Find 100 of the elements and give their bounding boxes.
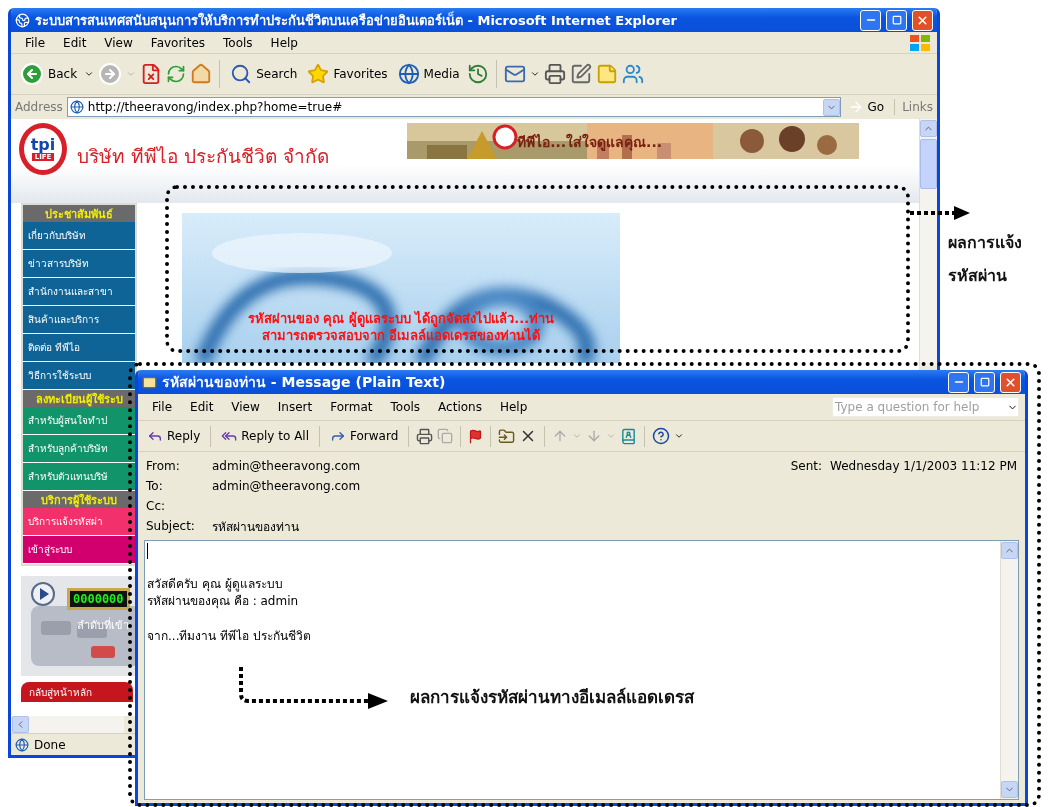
menu-heading: ประชาสัมพันธ์	[23, 205, 135, 222]
menu-item[interactable]: Actions	[430, 398, 490, 416]
logo-text: tpi	[30, 137, 56, 153]
page-icon	[69, 100, 84, 114]
annotation-label: ผลการแจ้ง รหัสผ่าน	[948, 232, 1022, 287]
sidebar-item[interactable]: สินค้าและบริการ	[23, 306, 135, 334]
field-value: admin@theeravong.com	[212, 479, 361, 493]
scroll-thumb[interactable]	[920, 139, 937, 189]
links-button[interactable]: Links	[902, 100, 933, 114]
sidebar-item[interactable]: บริการแจ้งรหัสผ่า	[23, 508, 135, 536]
globe-icon	[397, 63, 420, 85]
sidebar-item[interactable]: เกี่ยวกับบริษัท	[23, 222, 135, 250]
menu-item[interactable]: Tools	[215, 33, 261, 52]
visit-counter: 0000000	[67, 588, 130, 610]
envelope-icon	[142, 374, 157, 390]
menu-item[interactable]: Help	[491, 398, 536, 416]
mail-icon[interactable]	[503, 63, 526, 85]
sidebar-item[interactable]: สำหรับตัวแทนบริษั	[23, 463, 135, 491]
address-label: Address	[15, 100, 63, 114]
people-icon[interactable]	[621, 63, 644, 85]
menu-item[interactable]: View	[223, 398, 268, 416]
message-paragraph: จาก...ทีมงาน ทีพีไอ ประกันชีวิต	[147, 627, 313, 645]
sidebar-item[interactable]: เข้าสู่ระบบ	[23, 536, 135, 564]
field-label: Sent:	[790, 459, 822, 473]
menu-heading: ลงทะเบียนผู้ใช้ระบ	[23, 390, 135, 407]
move-icon[interactable]	[498, 427, 516, 445]
window-title: รหัสผ่านของท่าน - Message (Plain Text)	[162, 373, 447, 392]
go-button[interactable]: Go	[844, 97, 888, 117]
history-icon[interactable]	[466, 63, 489, 85]
minimize-button[interactable]	[860, 9, 881, 31]
caret-icon[interactable]	[674, 431, 685, 441]
menu-heading: บริการผู้ใช้ระบบ	[23, 491, 135, 508]
close-icon	[916, 13, 929, 27]
address-field[interactable]: http://theeravong/index.php?home=true#	[66, 97, 841, 117]
notice-text: รหัสผ่านของ คุณ ผู้ดูแลระบบ ได้ถูกจัดส่งไปแล้ว...ท่าน สามารถตรวจสอบจาก อีเมลล์แอดเดรสของท่านได้	[247, 311, 555, 345]
menu-item[interactable]: Tools	[382, 398, 429, 416]
menu-item[interactable]: Insert	[269, 398, 321, 416]
caret-icon[interactable]	[84, 69, 95, 79]
scrollbar[interactable]	[919, 119, 937, 366]
caret-icon[interactable]	[529, 69, 540, 79]
menu-item[interactable]: File	[17, 33, 54, 52]
field-label: To:	[146, 479, 164, 493]
minimize-button[interactable]	[948, 371, 969, 393]
toolbar-button[interactable]: Reply to All	[218, 426, 313, 446]
scrollbar[interactable]	[1000, 541, 1018, 799]
menu-item[interactable]: File	[144, 398, 181, 416]
close-button[interactable]	[912, 9, 933, 31]
menu-item[interactable]: Edit	[182, 398, 222, 416]
sidebar-item[interactable]: วิธีการใช้ระบบ	[23, 362, 135, 390]
scrollbar[interactable]	[11, 716, 124, 733]
menu-item[interactable]: Help	[262, 33, 306, 52]
browser-icon	[15, 12, 30, 28]
home-icon[interactable]	[190, 63, 213, 85]
maximize-icon	[891, 15, 902, 25]
field-label: Cc:	[146, 499, 167, 513]
windows-logo	[909, 33, 931, 52]
sidebar-item[interactable]: สำหรับลูกค้าบริษัท	[23, 435, 135, 463]
address-book-icon[interactable]	[620, 427, 638, 445]
help-icon[interactable]	[652, 427, 671, 445]
maximize-icon	[979, 377, 990, 387]
toolbar-button[interactable]: Media	[394, 61, 463, 87]
help-field[interactable]: Type a question for help	[832, 397, 1019, 417]
search-icon	[230, 63, 253, 85]
menu-item[interactable]: Edit	[55, 33, 95, 52]
star-icon	[307, 63, 330, 85]
flag-icon[interactable]	[468, 428, 484, 444]
toolbar-button[interactable]: Forward	[327, 426, 402, 446]
close-button[interactable]	[1000, 371, 1021, 393]
sidebar-item[interactable]: สำนักงานและสาขา	[23, 278, 135, 306]
sidebar-item[interactable]: ติดต่อ ทีพีไอ	[23, 334, 135, 362]
toolbar-button[interactable]: Back	[17, 60, 81, 88]
menu-item[interactable]: Favorites	[142, 33, 214, 52]
field-value: Wednesday 1/1/2003 11:12 PM	[830, 459, 1017, 473]
menu-item[interactable]: View	[96, 33, 141, 52]
field-label: From:	[146, 459, 181, 473]
company-name: บริษัท ทีพีไอ ประกันชีวิต จำกัด	[77, 144, 330, 169]
home-button[interactable]: กลับสู่หน้าหลัก	[21, 682, 133, 702]
field-value: admin@theeravong.com	[212, 459, 361, 473]
print-icon[interactable]	[543, 63, 566, 85]
field-label: Subject:	[146, 519, 196, 533]
page-icon	[15, 737, 29, 752]
dropdown-button[interactable]	[822, 98, 840, 116]
maximize-button[interactable]	[886, 9, 907, 31]
maximize-button[interactable]	[974, 371, 995, 393]
sidebar-item[interactable]: สำหรับผู้สนใจทำป	[23, 407, 135, 435]
message-paragraph: สวัสดีครับ คุณ ผู้ดูแลระบบ รหัสผ่านของคุณ คือ : admin	[147, 576, 300, 611]
menu-item[interactable]: Format	[322, 398, 381, 416]
status-text: Done	[34, 737, 66, 752]
edit-icon[interactable]	[569, 63, 592, 85]
back-icon	[20, 62, 44, 86]
sidebar-item[interactable]: ข่าวสารบริษัท	[23, 250, 135, 278]
toolbar-button[interactable]: Search	[227, 61, 301, 87]
refresh-icon[interactable]	[166, 64, 187, 84]
annotation-label: ผลการแจ้งรหัสผ่านทางอีเมลล์แอดเดรส	[410, 686, 694, 709]
close-icon	[1004, 375, 1017, 389]
toolbar-button[interactable]: Favorites	[304, 61, 391, 87]
toolbar-button[interactable]: Reply	[144, 426, 204, 446]
print-icon[interactable]	[416, 427, 434, 445]
slogan: ทีพีไอ...ใส่ใจดูแลคุณ...	[517, 132, 663, 153]
annotation-arrow	[910, 206, 970, 220]
